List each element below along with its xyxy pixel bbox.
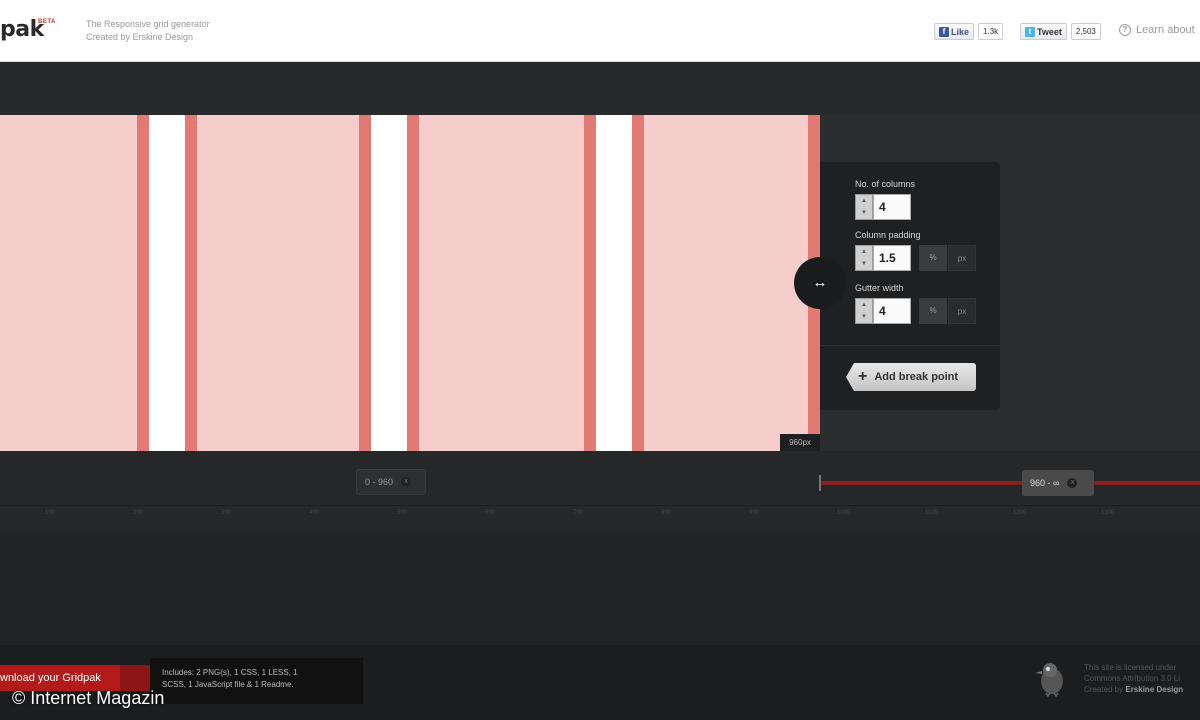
stepper-up-icon[interactable]: ▲ [856,299,872,311]
column-padding [359,115,371,451]
ruler-tick: 800 [661,510,672,516]
ruler-tick: 200 [133,510,144,516]
ruler-tick: 900 [749,510,760,516]
ruler-tick: 400 [309,510,320,516]
grid-width-label: 960px [780,434,820,451]
column-padding [584,115,596,451]
grid-column-4 [644,115,808,451]
column-padding [407,115,419,451]
active-breakpoint-line [820,481,1200,485]
padding-input[interactable]: 1.5 [873,245,911,271]
credit-text: Created by Erskine Design [86,32,194,42]
beta-badge: BETA [38,19,56,25]
remove-icon[interactable]: x [1067,478,1078,488]
tagline: The Responsive grid generator Created by… [86,18,210,44]
gutter-input[interactable]: 4 [873,298,911,324]
grid-preview [0,115,820,451]
tagline-text: The Responsive grid generator [86,19,210,29]
tweet-count: 2,503 [1070,23,1101,40]
stepper-up-icon[interactable]: ▲ [856,195,872,207]
bird-mascot-icon [1035,663,1063,697]
breakpoint-tag-second[interactable]: 960 - ∞ x [1022,470,1094,496]
gutter-unit-px[interactable]: px [948,298,976,324]
gutter [149,115,185,451]
grid-column-1 [0,115,150,451]
tweet-label: Tweet [1037,26,1062,37]
ruler-tick: 1300 [1101,510,1115,516]
includes-info: Includes: 2 PNG(s), 1 CSS, 1 LESS, 1 SCS… [150,658,363,704]
learn-about-label: Learn about [1136,24,1195,36]
column-padding [185,115,197,451]
includes-line-2: SCSS, 1 JavaScript file & 1 Readme. [162,680,294,689]
facebook-like-button[interactable]: f Like [934,23,975,40]
grid-column-2 [197,115,359,451]
ruler-tick: 300 [221,510,232,516]
column-padding [632,115,644,451]
columns-label: No. of columns [855,179,916,189]
width-ruler: 100 200 300 400 500 600 700 800 900 1000 1100 1200 1… [0,505,1200,527]
resize-handle-icon[interactable]: ↔ [794,257,846,309]
question-icon: ? [1119,24,1131,36]
padding-label: Column padding [855,230,921,240]
breakpoint-tag-first[interactable]: 0 - 960 x [356,469,426,495]
erskine-link[interactable]: Erskine Design [1125,685,1183,694]
ruler-tick: 600 [485,510,496,516]
stepper-down-icon[interactable]: ▼ [856,258,872,270]
tweet-button[interactable]: t Tweet [1020,23,1067,40]
gutter-unit-percent[interactable]: % [919,298,947,324]
remove-icon[interactable]: x [401,477,412,487]
gutter [596,115,632,451]
ruler-tick: 500 [397,510,408,516]
facebook-icon: f [939,26,949,37]
add-breakpoint-label: Add break point [874,371,959,383]
twitter-tweet: t Tweet 2,503 [1020,23,1101,40]
breakpoint-range: 0 - 960 [365,477,394,487]
site-header: pak BETA The Responsive grid generator C… [0,0,1200,62]
license-line-2: Commons Attribution 3.0 Li [1084,674,1181,683]
license-prefix: Created by [1084,685,1126,694]
padding-unit-px[interactable]: px [948,245,976,271]
stepper-up-icon[interactable]: ▲ [856,246,872,258]
panel-divider [820,345,1000,346]
learn-about-link[interactable]: ? Learn about [1119,24,1195,36]
add-breakpoint-button[interactable]: + Add break point [846,363,976,391]
gutter-stepper[interactable]: ▲ ▼ [855,298,873,324]
columns-stepper[interactable]: ▲ ▼ [855,194,873,220]
ruler-tick: 100 [45,510,56,516]
top-band [0,62,1200,115]
grid-column-3 [419,115,584,451]
stepper-down-icon[interactable]: ▼ [856,311,872,323]
twitter-icon: t [1025,26,1035,37]
license-line-3: Created by Erskine Design [1084,684,1183,695]
facebook-like-count: 1.3k [978,23,1004,40]
ruler-tick: 1200 [1013,510,1027,516]
gutter-label: Gutter width [855,283,904,293]
facebook-like-label: Like [951,26,970,37]
column-padding [137,115,149,451]
plus-icon: + [858,368,868,385]
padding-stepper[interactable]: ▲ ▼ [855,245,873,271]
license-text: This site is licensed under Commons Attr… [1084,662,1183,695]
gutter [371,115,407,451]
breakpoint-range: 960 - ∞ [1030,478,1060,488]
columns-input[interactable]: 4 [873,194,911,220]
license-line-1: This site is licensed under [1084,663,1177,672]
ruler-tick: 1000 [837,510,851,516]
breakpoint-marker[interactable] [819,475,821,491]
ruler-tick: 700 [573,510,584,516]
includes-line-1: Includes: 2 PNG(s), 1 CSS, 1 LESS, 1 [162,668,298,677]
facebook-like: f Like 1.3k [934,23,1004,40]
ruler-tick: 1100 [925,510,938,516]
padding-unit-percent[interactable]: % [919,245,947,271]
stepper-down-icon[interactable]: ▼ [856,207,872,219]
watermark: © Internet Magazin [12,688,165,708]
